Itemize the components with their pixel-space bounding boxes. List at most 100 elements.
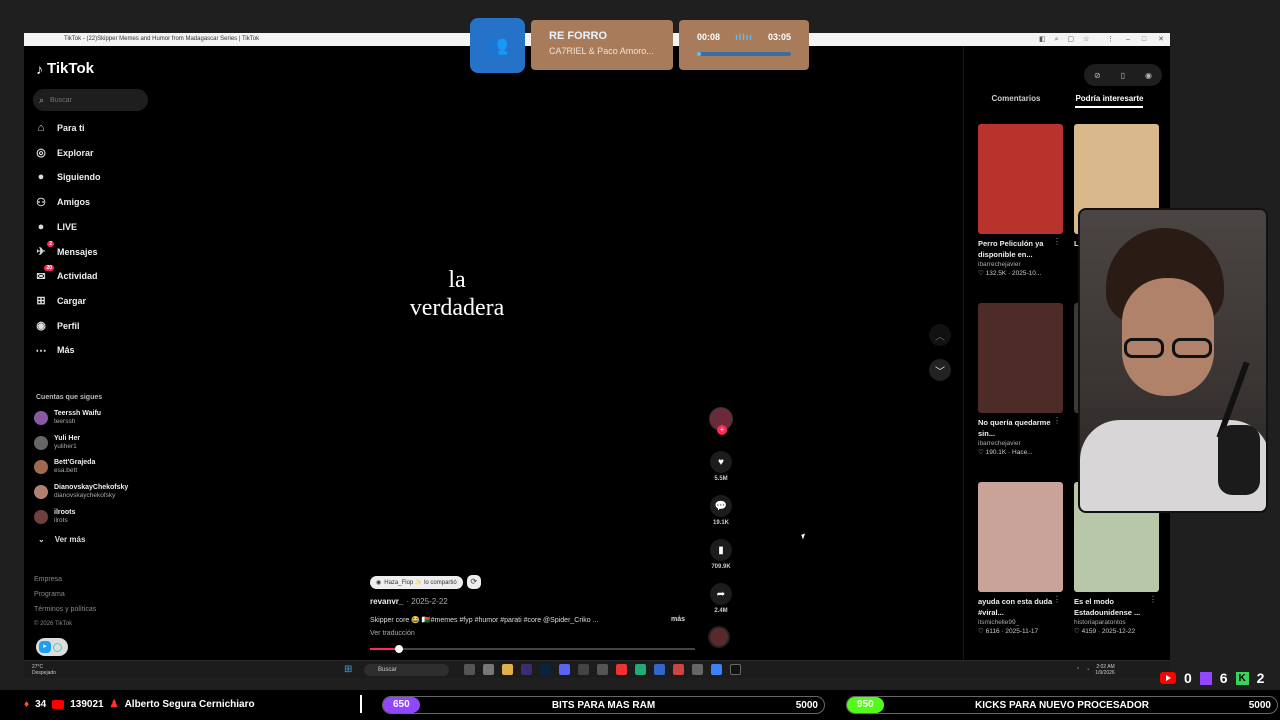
video-thumbnail[interactable] — [978, 303, 1063, 413]
tiktok-taskbar-icon[interactable] — [730, 664, 741, 675]
widgets-icon[interactable] — [483, 664, 494, 675]
repost-icon[interactable]: ⟳ — [466, 575, 481, 589]
star-icon[interactable]: ☆ — [1083, 33, 1089, 46]
windows-start-icon[interactable]: ⊞ — [344, 665, 354, 675]
author-name[interactable]: revanvr_ — [370, 597, 403, 606]
recommended-video-card[interactable]: ayuda con esta duda #viral... itsmichelle… — [978, 482, 1063, 635]
card-author[interactable]: ibarrechejavier — [978, 261, 1063, 268]
avatar[interactable]: + — [709, 407, 733, 435]
clock[interactable]: 2:02 AM 1/9/2026 — [1095, 664, 1114, 676]
creator-avatar[interactable]: + — [706, 407, 736, 435]
see-more-button[interactable]: ⌄ Ver más — [38, 535, 85, 544]
app-icon[interactable] — [578, 664, 589, 675]
music-disc-icon[interactable] — [708, 626, 730, 648]
footer-link-terms[interactable]: Términos y políticas — [34, 602, 96, 617]
live-icon: ● — [37, 220, 45, 233]
wifi-icon[interactable]: ◔ — [1086, 667, 1089, 673]
compass-icon: ◎ — [36, 147, 46, 160]
tab-recommended[interactable]: Podría interesarte — [1075, 94, 1144, 108]
file-explorer-icon[interactable] — [502, 664, 513, 675]
bookmark-icon[interactable]: ▮ — [710, 539, 732, 561]
save-action[interactable]: ▮ 709.9K — [706, 539, 736, 570]
video-author[interactable]: revanvr_ · 2025-2-22 — [370, 597, 448, 606]
following-item[interactable]: Bett'Grajeda esa.bett — [34, 457, 152, 477]
photoshop-icon[interactable] — [540, 664, 551, 675]
desktop-app-icon: ▸ — [39, 641, 51, 653]
footer-link-company[interactable]: Empresa — [34, 572, 96, 587]
following-item[interactable]: DianovskayChekofsky dianovskaychekofsky — [34, 482, 152, 502]
obs-icon[interactable] — [692, 664, 703, 675]
like-action[interactable]: ♥ 5.5M — [706, 451, 736, 482]
tab-comments[interactable]: Comentarios — [992, 94, 1041, 108]
nav-item-live[interactable]: ● LIVE — [34, 217, 149, 237]
share-icon[interactable]: ➦ — [710, 583, 732, 605]
recommended-video-card[interactable]: Perro Peliculón ya disponible en... ibarr… — [978, 124, 1063, 277]
maximize-button[interactable]: □ — [1142, 33, 1146, 46]
steam-icon[interactable] — [711, 664, 722, 675]
previous-video-button[interactable]: ︿ — [929, 324, 951, 346]
download-app-toggle[interactable]: ▸ — [36, 638, 68, 656]
card-menu-icon[interactable]: ⋮ — [1053, 595, 1061, 604]
search-box[interactable]: ⌕ — [33, 89, 148, 111]
extension-icon[interactable]: ◧ — [1039, 33, 1046, 46]
follow-plus-icon[interactable]: + — [717, 425, 727, 435]
share-action[interactable]: ➦ 2.4M — [706, 583, 736, 614]
nav-item-más[interactable]: ⋯ Más — [34, 340, 149, 360]
tab-icon[interactable]: ▢ — [1068, 33, 1075, 46]
weather-widget[interactable]: 27°C Despejado — [32, 664, 56, 676]
footer-link-program[interactable]: Programa — [34, 587, 96, 602]
comment-action[interactable]: 💬 19.1K — [706, 495, 736, 526]
card-author[interactable]: historiaparatontos — [1074, 619, 1159, 626]
weather-desc: Despejado — [32, 670, 56, 676]
taskbar-search[interactable]: Buscar — [364, 664, 449, 676]
next-video-button[interactable]: ﹀ — [929, 359, 951, 381]
premiere-icon[interactable] — [521, 664, 532, 675]
card-menu-icon[interactable]: ⋮ — [1053, 416, 1061, 425]
heart-icon[interactable]: ♥ — [710, 451, 732, 473]
profile-avatar[interactable]: ◉ — [1145, 71, 1152, 80]
nav-item-mensajes[interactable]: ✈ 2 Mensajes — [34, 240, 149, 262]
tray-chevron-icon[interactable]: ⌃ — [1076, 667, 1080, 673]
video-thumbnail[interactable] — [978, 124, 1063, 234]
card-author[interactable]: ibarrechejavier — [978, 440, 1063, 447]
close-button[interactable]: ✕ — [1158, 33, 1164, 46]
search-input[interactable] — [50, 96, 131, 104]
following-item[interactable]: ilroots ilrots — [34, 507, 152, 527]
nav-item-siguiendo[interactable]: ● Siguiendo — [34, 167, 149, 187]
progress-knob[interactable] — [395, 645, 404, 653]
nav-item-actividad[interactable]: ✉ 20 Actividad — [34, 265, 149, 286]
translate-button[interactable]: Ver traducción — [370, 630, 415, 637]
minimize-button[interactable]: – — [1126, 33, 1130, 46]
app2-icon[interactable] — [635, 664, 646, 675]
more-button[interactable]: más — [671, 616, 685, 623]
app3-icon[interactable] — [654, 664, 665, 675]
chrome-icon[interactable] — [616, 664, 627, 675]
discord-icon[interactable] — [559, 664, 570, 675]
nav-item-para-ti[interactable]: ⌂ Para ti — [34, 118, 149, 138]
app4-icon[interactable] — [673, 664, 684, 675]
card-menu-icon[interactable]: ⋮ — [1053, 237, 1061, 246]
card-menu-icon[interactable]: ⋮ — [1149, 595, 1157, 604]
compass-icon[interactable]: ⊘ — [1094, 71, 1101, 80]
video-thumbnail[interactable] — [978, 482, 1063, 592]
recommended-video-card[interactable]: No quería quedarme sin... ibarrechejavier… — [978, 303, 1063, 456]
card-author[interactable]: itsmichelle99_ — [978, 619, 1063, 626]
menu-icon[interactable]: ⋮ — [1107, 33, 1114, 46]
nav-item-cargar[interactable]: ⊞ Cargar — [34, 291, 149, 311]
nav-item-amigos[interactable]: ⚇ Amigos — [34, 192, 149, 212]
repost-pill[interactable]: ◉ Haza_Flop ✨ lo compartió — [370, 575, 463, 589]
kicks-goal-target: 5000 — [1248, 700, 1271, 711]
following-item[interactable]: Yuli Her yuliher1 — [34, 433, 152, 453]
comment-icon[interactable]: 💬 — [710, 495, 732, 517]
following-item[interactable]: Teerssh Waifu teerssh — [34, 408, 152, 428]
nav-item-perfil[interactable]: ◉ Perfil — [34, 316, 149, 336]
bits-goal-label: BITS PARA MAS RAM — [551, 700, 656, 711]
video-progress-bar[interactable] — [370, 645, 695, 653]
zoom-icon[interactable]: ⌕ — [1055, 33, 1059, 46]
task-view-icon[interactable] — [464, 664, 475, 675]
device-icon[interactable]: ▯ — [1121, 71, 1125, 80]
settings-icon[interactable] — [597, 664, 608, 675]
see-more-label: Ver más — [54, 535, 86, 544]
tiktok-logo[interactable]: ♪ TikTok — [36, 60, 94, 77]
nav-item-explorar[interactable]: ◎ Explorar — [34, 143, 149, 163]
